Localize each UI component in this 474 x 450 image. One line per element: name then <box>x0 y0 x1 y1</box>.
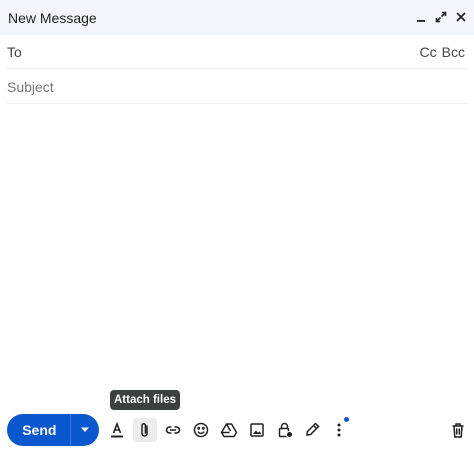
confidential-mode-button[interactable] <box>273 418 297 442</box>
cc-link[interactable]: Cc <box>420 44 437 60</box>
recipients-row[interactable]: To Cc Bcc <box>7 35 468 69</box>
confidential-lock-icon <box>278 422 293 438</box>
cc-bcc-links: Cc Bcc <box>420 44 465 60</box>
formatting-options-button[interactable] <box>105 418 129 442</box>
subject-row <box>7 70 468 104</box>
window-controls <box>414 9 468 25</box>
minimize-icon[interactable] <box>414 9 428 25</box>
insert-drive-file-button[interactable] <box>217 418 241 442</box>
text-format-icon <box>111 421 123 438</box>
message-body[interactable] <box>7 104 468 384</box>
attach-files-tooltip: Attach files <box>110 390 180 410</box>
notification-dot <box>344 417 349 422</box>
insert-photo-button[interactable] <box>245 418 269 442</box>
discard-draft-button[interactable] <box>446 418 470 442</box>
attach-files-button[interactable] <box>133 418 157 442</box>
insert-link-button[interactable] <box>161 418 185 442</box>
signature-pen-icon <box>306 422 320 436</box>
drive-icon <box>220 423 238 438</box>
close-icon[interactable] <box>454 9 468 25</box>
compose-title: New Message <box>8 9 97 26</box>
link-icon <box>165 426 181 434</box>
emoji-icon <box>193 422 209 438</box>
paperclip-icon <box>141 423 148 437</box>
image-icon <box>250 423 264 437</box>
bcc-link[interactable]: Bcc <box>442 44 465 60</box>
expand-icon[interactable] <box>434 9 448 25</box>
to-label: To <box>7 43 22 60</box>
more-options-icon <box>337 423 341 437</box>
subject-input[interactable] <box>7 78 468 95</box>
insert-emoji-button[interactable] <box>189 418 213 442</box>
trash-icon <box>452 423 464 438</box>
send-button[interactable]: Send <box>7 414 70 446</box>
caret-down-icon <box>80 427 89 432</box>
insert-signature-button[interactable] <box>300 418 324 442</box>
compose-header: New Message <box>0 0 474 35</box>
more-send-options-button[interactable] <box>71 414 99 446</box>
send-button-group: Send <box>7 414 99 446</box>
